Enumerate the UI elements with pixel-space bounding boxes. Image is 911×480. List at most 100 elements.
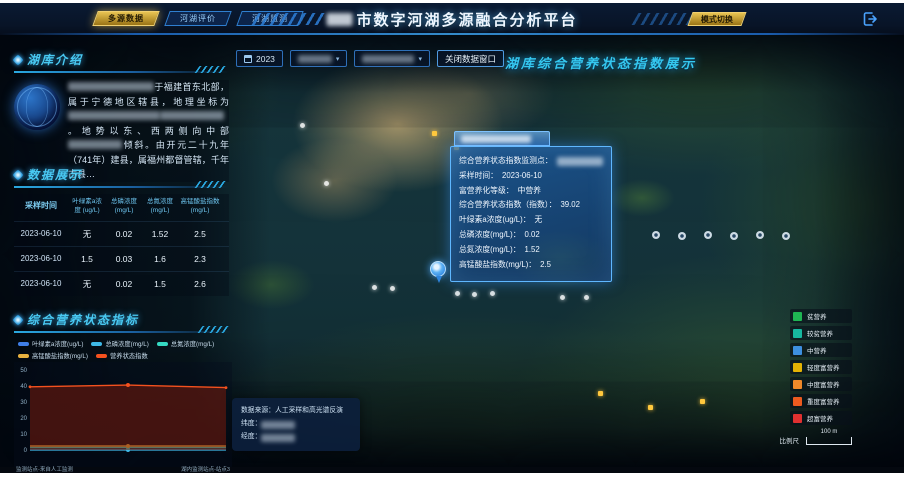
map-marker-station[interactable] <box>730 232 738 240</box>
map-marker-pin-yellow[interactable] <box>432 131 437 136</box>
popup-row: 综合营养状态指数（指数）：39.02 <box>459 198 603 213</box>
legend-swatch <box>18 354 29 358</box>
region-dropdown[interactable]: ▾ <box>290 50 348 67</box>
legend-item: 叶绿素a浓度(ug/L) <box>18 339 83 348</box>
trophic-legend-item: 中营养 <box>790 343 852 357</box>
map-marker-dot[interactable] <box>490 291 495 296</box>
map-marker-dot[interactable] <box>472 292 477 297</box>
redacted-text <box>160 111 224 120</box>
legend-swatch <box>96 354 107 358</box>
legend-item-label: 重度富营养 <box>807 396 840 406</box>
legend-swatch <box>91 342 102 346</box>
redacted-dropdown-value <box>362 55 414 63</box>
table-row: 2023-06-101.50.031.62.3 <box>14 246 229 271</box>
lake-dropdown[interactable]: ▾ <box>354 50 430 67</box>
map-marker-dot[interactable] <box>455 291 460 296</box>
panel-title: 数据展示 <box>27 166 83 183</box>
popup-rows: 综合营养状态指数监测点：采样时间：2023-06-10富营养化等级：中营养综合营… <box>459 154 603 273</box>
popup-row-value: 中营养 <box>518 184 541 199</box>
map-marker-pin-yellow[interactable] <box>700 399 705 404</box>
legend-item: 营养状态指数 <box>96 351 148 360</box>
map-marker-dot[interactable] <box>584 295 589 300</box>
table-column-header: 总磷浓度 (mg/L) <box>106 198 142 216</box>
popup-row-value: 0.02 <box>525 228 540 243</box>
legend-label: 总磷浓度(mg/L) <box>105 339 148 348</box>
redacted-text <box>68 111 160 120</box>
chevron-down-icon: ▾ <box>418 55 422 63</box>
map-marker-pin-yellow[interactable] <box>648 405 653 410</box>
logout-icon[interactable] <box>862 11 878 27</box>
mode-switch-button[interactable]: 模式切换 <box>687 12 746 26</box>
map-toolbar: 2023 ▾ ▾ 关闭数据窗口 <box>236 50 504 67</box>
table-cell: 0.02 <box>106 279 142 289</box>
popup-row-label: 采样时间： <box>459 169 498 184</box>
title-underline <box>14 186 229 188</box>
table-cell: 2.3 <box>178 254 222 264</box>
map-marker-station[interactable] <box>704 231 712 239</box>
popup-row-label: 综合营养状态指数监测点： <box>459 154 553 169</box>
decorative-stripes <box>252 13 329 25</box>
svg-text:40: 40 <box>20 384 27 390</box>
app-root: 多源数据河湖评价河湖监测 市数字河湖多源融合分析平台 模式切换 湖库介绍 于福建… <box>0 3 904 473</box>
selected-station-pin[interactable] <box>430 261 446 277</box>
table-cell: 2.6 <box>178 279 222 289</box>
legend-item-label: 贫营养 <box>807 311 827 321</box>
table-cell: 2.5 <box>178 229 222 239</box>
close-data-window-button[interactable]: 关闭数据窗口 <box>437 50 504 67</box>
popup-row-value: 2.5 <box>540 258 551 273</box>
x-label-left: 监测站点-来自人工监测 <box>16 465 73 473</box>
map-marker-dot[interactable] <box>560 295 565 300</box>
header-bar: 多源数据河湖评价河湖监测 市数字河湖多源融合分析平台 模式切换 <box>0 3 904 35</box>
longitude-line: 经度： <box>241 431 351 444</box>
panel-title-row: 湖库介绍 <box>14 51 229 68</box>
map-marker-station[interactable] <box>678 232 686 240</box>
table-cell: 无 <box>68 228 106 240</box>
map-marker-dot[interactable] <box>300 123 305 128</box>
map-marker-dot[interactable] <box>324 181 329 186</box>
lake-intro-panel: 湖库介绍 于福建首东北部，属于宁德地区辖县，地理坐标为。地势以东、西两侧向中部倾… <box>14 51 229 182</box>
svg-text:50: 50 <box>20 368 27 374</box>
trophic-legend-item: 重度富营养 <box>790 394 852 408</box>
redacted-value <box>557 157 603 166</box>
page-title: 市数字河湖多源融合分析平台 <box>356 9 577 30</box>
map-section-title: 湖库综合营养状态指数展示 <box>505 53 697 72</box>
popup-row: 总磷浓度(mg/L)：0.02 <box>459 228 603 243</box>
tab-多源数据[interactable]: 多源数据 <box>92 11 159 26</box>
trophic-legend-item: 较贫营养 <box>790 326 852 340</box>
intro-text-segment: 。地势以东、西两侧向中部 <box>68 126 229 136</box>
map-marker-station[interactable] <box>652 231 660 239</box>
station-info-popup[interactable]: 综合营养状态指数监测点：采样时间：2023-06-10富营养化等级：中营养综合营… <box>450 131 612 282</box>
popup-row-value: 1.52 <box>525 243 540 258</box>
table-column-header: 高锰酸盐指数 (mg/L) <box>178 198 222 216</box>
svg-text:20: 20 <box>20 416 27 422</box>
redacted-text <box>68 140 122 149</box>
map-marker-station[interactable] <box>782 232 790 240</box>
map-marker-dot[interactable] <box>390 286 395 291</box>
diamond-icon <box>12 169 23 180</box>
legend-color-swatch <box>793 346 802 355</box>
svg-text:10: 10 <box>20 432 27 438</box>
redacted-dropdown-value <box>298 55 332 63</box>
table-cell: 0.02 <box>106 229 142 239</box>
table-cell: 0.03 <box>106 254 142 264</box>
map-marker-station[interactable] <box>756 231 764 239</box>
popup-title-bar <box>454 131 550 146</box>
legend-item-label: 超富营养 <box>807 413 833 423</box>
table-header-row: 采样时间叶绿素a浓度 (ug/L)总磷浓度 (mg/L)总氮浓度 (mg/L)高… <box>14 194 229 221</box>
legend-item: 总氮浓度(mg/L) <box>157 339 214 348</box>
table-cell: 2023-06-10 <box>14 254 68 263</box>
table-row: 2023-06-10无0.021.52.6 <box>14 271 229 296</box>
popup-row-label: 高锰酸盐指数(mg/L)： <box>459 258 536 273</box>
panel-title-row: 综合营养状态指标 <box>14 311 232 328</box>
popup-row-label: 叶绿素a浓度(ug/L)： <box>459 213 531 228</box>
table-body: 2023-06-10无0.021.522.52023-06-101.50.031… <box>14 221 229 296</box>
tab-河湖评价[interactable]: 河湖评价 <box>164 11 231 26</box>
map-marker-dot[interactable] <box>372 285 377 290</box>
table-cell: 1.5 <box>142 279 178 289</box>
legend-item-label: 轻度富营养 <box>807 362 840 372</box>
year-picker[interactable]: 2023 <box>236 50 283 67</box>
map-marker-pin-yellow[interactable] <box>598 391 603 396</box>
redacted-text <box>68 82 154 91</box>
trophic-legend-item: 中度富营养 <box>790 377 852 391</box>
panel-title: 湖库介绍 <box>27 51 83 68</box>
